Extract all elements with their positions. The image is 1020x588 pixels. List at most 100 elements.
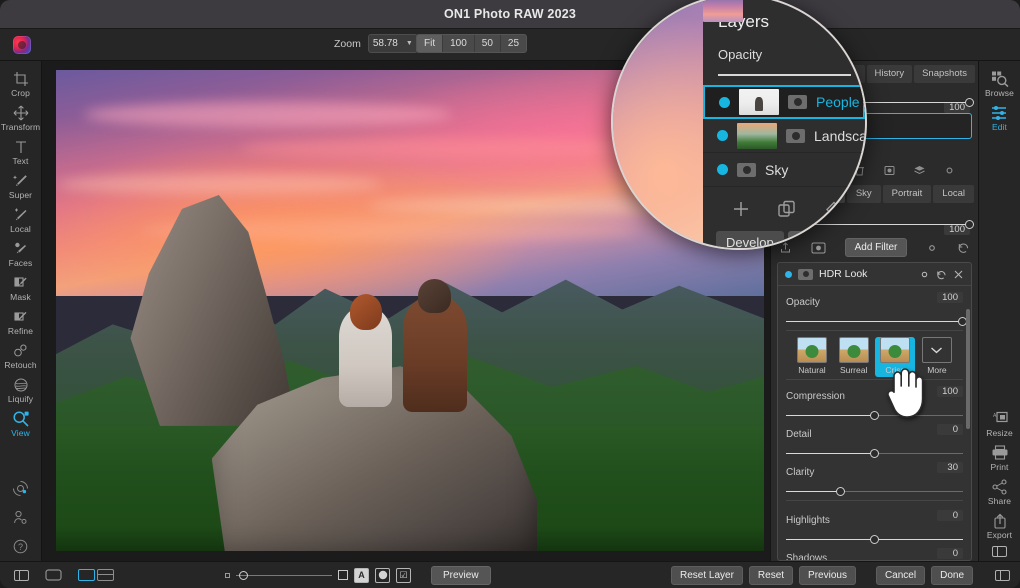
thumbnail-size-knob[interactable] (239, 571, 248, 580)
slider-knob-compression[interactable] (870, 411, 879, 420)
filter-close-icon[interactable] (953, 269, 964, 280)
filter-panel-scrollbar[interactable] (966, 309, 970, 429)
hdr-opacity-row[interactable]: Opacity 100 (786, 292, 963, 322)
filter-gear-icon[interactable] (919, 269, 930, 280)
layer-row-people[interactable]: People (703, 85, 865, 119)
previous-button[interactable]: Previous (799, 566, 856, 585)
module-item-browse[interactable]: Browse (979, 70, 1020, 98)
tab-develop[interactable]: Develop (716, 231, 784, 250)
sidebar-item-local[interactable]: Local (0, 206, 42, 234)
module-item-edit[interactable]: Edit (979, 104, 1020, 132)
layer-visibility-toggle-icon[interactable] (717, 164, 728, 175)
reset-filters-icon[interactable] (957, 241, 970, 254)
right-panel-toggle[interactable] (992, 546, 1007, 561)
sidebar-label-view: View (11, 428, 30, 438)
effects-opacity-knob[interactable] (965, 220, 974, 229)
show-text-icon[interactable]: A (354, 568, 369, 583)
style-preset-crisp[interactable]: Crisp (875, 337, 915, 377)
tab-effects[interactable]: Effects (788, 231, 848, 250)
fullscreen-icon[interactable] (45, 569, 62, 582)
small-thumb-icon[interactable] (225, 573, 230, 578)
bottom-left-icons (0, 569, 114, 582)
circle-mask-icon[interactable] (375, 568, 390, 583)
layers-opacity-track[interactable] (718, 74, 851, 76)
left-panel-toggle-icon[interactable] (14, 570, 29, 581)
slider-knob-highlights[interactable] (870, 535, 879, 544)
zoom-preset-25[interactable]: 25 (501, 35, 526, 52)
slider-track-clarity[interactable] (786, 491, 963, 492)
grid-view-icon[interactable] (97, 569, 114, 581)
mask-layer-icon[interactable] (883, 164, 896, 177)
style-preset-natural[interactable]: Natural (792, 337, 832, 377)
layer-visibility-toggle-icon[interactable] (717, 130, 728, 141)
module-item-resize[interactable]: AI Resize (979, 410, 1020, 438)
slider-track-compression[interactable] (786, 415, 963, 416)
local-brush-icon (13, 206, 29, 223)
preview-button[interactable]: Preview (431, 566, 491, 585)
filter-mask-thumbnail-icon[interactable] (798, 269, 813, 280)
sidebar-item-faces[interactable]: Faces (0, 240, 42, 268)
style-preset-surreal[interactable]: Surreal (834, 337, 874, 377)
layers-stack-icon[interactable] (913, 164, 926, 177)
style-preset-more[interactable]: More (917, 337, 957, 377)
slider-clarity[interactable]: Clarity 30 (786, 462, 963, 492)
module-item-export[interactable]: Export (979, 512, 1020, 540)
add-layer-icon[interactable] (731, 199, 751, 219)
hdr-look-header: HDR Look (778, 263, 971, 286)
layer-opacity-knob[interactable] (965, 98, 974, 107)
sidebar-item-crop[interactable]: Crop (0, 70, 42, 98)
tab-portrait[interactable]: Portrait (883, 185, 932, 203)
zoom-preset-100[interactable]: 100 (443, 35, 475, 52)
sidebar-item-text[interactable]: Text (0, 138, 42, 166)
filter-reset-icon[interactable] (936, 269, 947, 280)
hdr-opacity-track[interactable] (786, 321, 963, 322)
layer-mask-icon[interactable] (737, 163, 756, 177)
reset-button[interactable]: Reset (749, 566, 793, 585)
slider-track-highlights[interactable] (786, 539, 963, 540)
layer-row-sky[interactable]: Sky (703, 153, 865, 187)
sidebar-item-refine[interactable]: Refine (0, 308, 42, 336)
slider-shadows[interactable]: Shadows 0 (786, 548, 963, 561)
tab-history[interactable]: History (867, 65, 913, 83)
filter-enabled-toggle-icon[interactable] (785, 271, 792, 278)
slider-highlights[interactable]: Highlights 0 (786, 510, 963, 540)
large-thumb-icon[interactable] (338, 570, 348, 580)
filter-options-gear-icon[interactable] (926, 242, 938, 254)
settings-gear-icon[interactable] (943, 164, 956, 177)
slider-knob-clarity[interactable] (836, 487, 845, 496)
reset-layer-button[interactable]: Reset Layer (671, 566, 743, 585)
account-icon[interactable] (12, 509, 29, 526)
sidebar-item-retouch[interactable]: Retouch (0, 342, 42, 370)
sidebar-item-super[interactable]: Super (0, 172, 42, 200)
slider-track-detail[interactable] (786, 453, 963, 454)
module-switch-icon[interactable] (12, 480, 29, 497)
single-view-icon[interactable] (78, 569, 95, 581)
sidebar-item-transform[interactable]: Transform (0, 104, 42, 132)
duplicate-layer-icon[interactable] (777, 199, 797, 219)
layer-row-landscape[interactable]: Landscape (703, 119, 865, 153)
tab-local[interactable]: Local (933, 185, 974, 203)
module-item-print[interactable]: Print (979, 444, 1020, 472)
zoom-preset-50[interactable]: 50 (475, 35, 501, 52)
layer-visibility-toggle-icon[interactable] (719, 97, 730, 108)
zoom-select[interactable]: 58.78 ▼ (368, 34, 418, 53)
checked-mask-icon[interactable]: ☑ (396, 568, 411, 583)
slider-compression[interactable]: Compression 100 (786, 386, 963, 416)
sidebar-item-liquify[interactable]: Liquify (0, 376, 42, 404)
cancel-button[interactable]: Cancel (876, 566, 925, 585)
help-icon[interactable]: ? (12, 538, 29, 555)
layer-mask-icon[interactable] (788, 95, 807, 109)
slider-knob-detail[interactable] (870, 449, 879, 458)
slider-detail[interactable]: Detail 0 (786, 424, 963, 454)
thumbnail-size-track[interactable] (236, 575, 332, 576)
module-item-share[interactable]: Share (979, 478, 1020, 506)
done-button[interactable]: Done (931, 566, 973, 585)
right-panel-toggle-icon[interactable] (995, 570, 1010, 581)
tab-snapshots[interactable]: Snapshots (914, 65, 975, 83)
sidebar-item-mask[interactable]: Mask (0, 274, 42, 302)
fill-layer-icon[interactable] (823, 199, 845, 219)
sidebar-item-view[interactable]: View (0, 410, 42, 438)
layer-mask-icon[interactable] (786, 129, 805, 143)
layer-thumbnail (739, 89, 779, 115)
zoom-preset-fit[interactable]: Fit (417, 35, 443, 52)
